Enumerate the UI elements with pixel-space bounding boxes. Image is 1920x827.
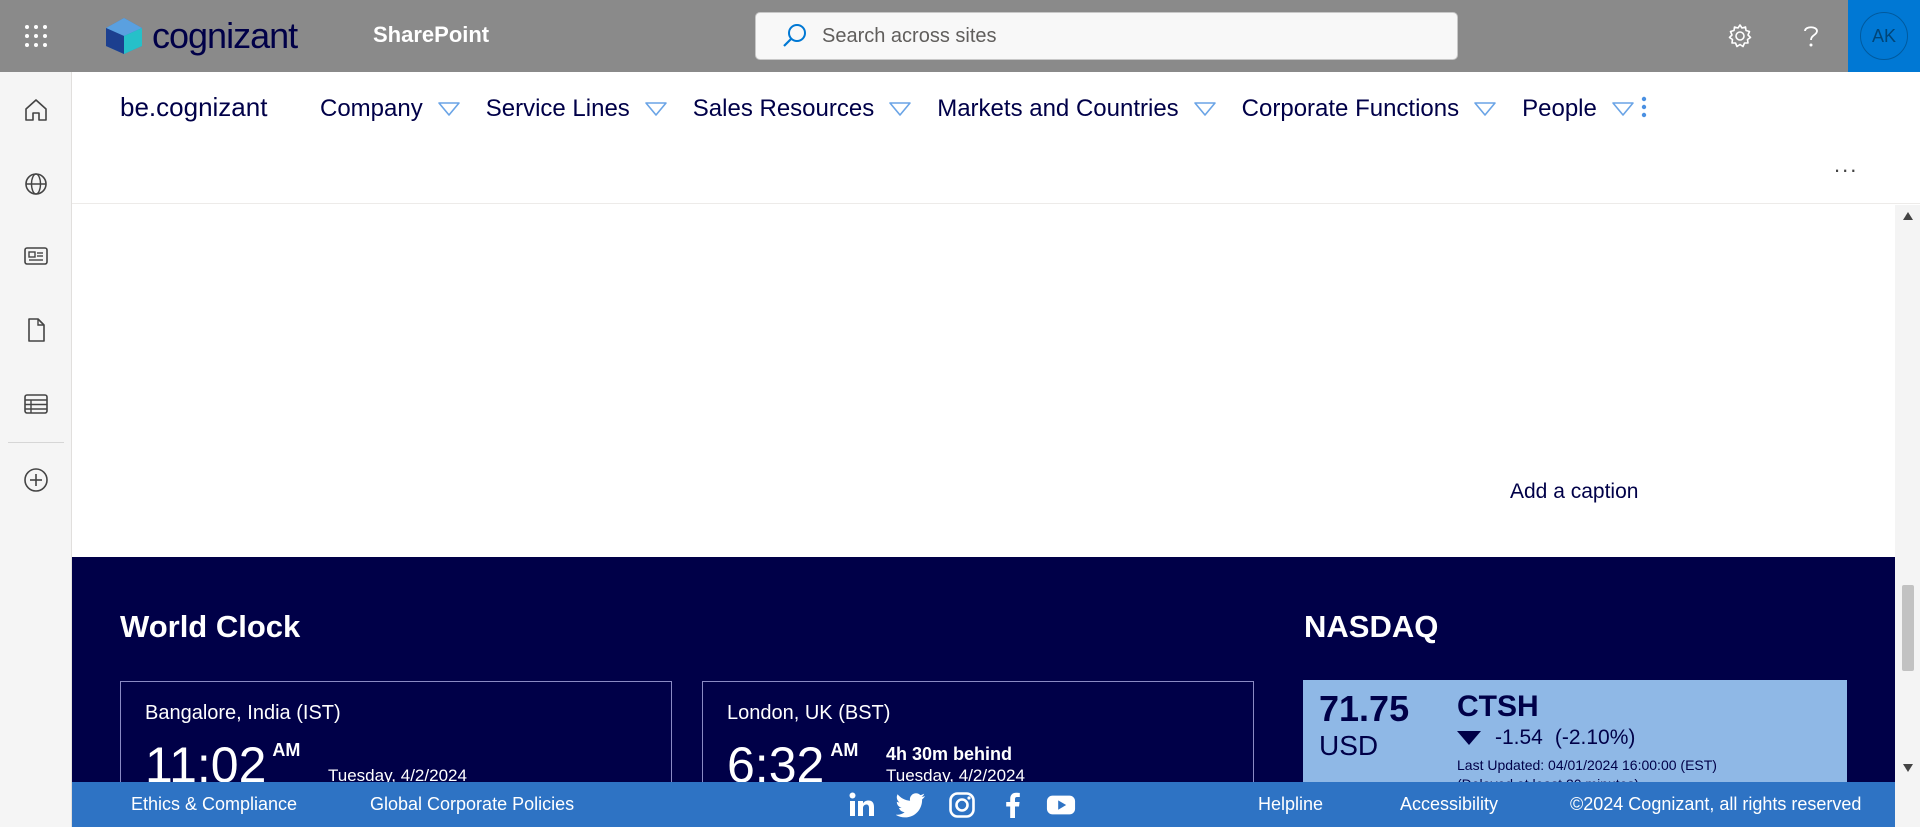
help-button[interactable]	[1793, 18, 1829, 54]
nav-item-label: Sales Resources	[692, 95, 875, 122]
news-icon	[24, 247, 48, 265]
app-name[interactable]: SharePoint	[373, 22, 489, 48]
logo-text: cognizant	[152, 15, 298, 56]
nav-item-service-lines[interactable]: Service Lines	[486, 95, 668, 123]
nav-item-markets-and-countries[interactable]: Markets and Countries	[937, 95, 1216, 123]
twitter-button[interactable]	[896, 790, 926, 820]
footer-copyright: ©2024 Cognizant, all rights reserved	[1570, 794, 1862, 814]
footer-link-accessibility[interactable]: Accessibility	[1400, 794, 1498, 815]
suite-bar: cognizant SharePoint AK	[0, 0, 1920, 72]
search-input[interactable]	[822, 24, 1422, 48]
footer-link-policies[interactable]: Global Corporate Policies	[370, 794, 574, 815]
app-bar-divider	[8, 442, 64, 443]
nav-item-label: Service Lines	[485, 95, 630, 122]
site-header: be.cognizant Company Service Lines Sales…	[72, 72, 1920, 204]
create-button[interactable]	[18, 462, 54, 498]
stock-currency: USD	[1319, 730, 1379, 761]
chevron-down-icon	[1193, 102, 1216, 116]
nav-item-sales-resources[interactable]: Sales Resources	[693, 95, 912, 123]
instagram-icon	[949, 792, 975, 818]
linkedin-icon	[849, 792, 874, 816]
stock-change: -1.54 (-2.10%)	[1457, 726, 1635, 750]
waffle-icon	[25, 25, 47, 47]
news-button[interactable]	[18, 238, 54, 274]
scroll-down-arrow-icon[interactable]	[1902, 763, 1914, 773]
cognizant-logo[interactable]: cognizant	[102, 15, 298, 56]
twitter-icon	[896, 793, 925, 818]
facebook-button[interactable]	[997, 790, 1027, 820]
chevron-down-icon	[1474, 102, 1496, 116]
list-icon	[24, 394, 48, 414]
app-launcher-button[interactable]	[0, 0, 72, 72]
nav-item-label: Markets and Countries	[937, 95, 1179, 122]
account-manager-button[interactable]: AK	[1848, 0, 1920, 72]
youtube-button[interactable]	[1046, 790, 1076, 820]
home-button[interactable]	[18, 92, 54, 128]
stock-ticker: CTSH	[1457, 690, 1539, 723]
global-navigation-button[interactable]	[18, 166, 54, 202]
footer-link-ethics[interactable]: Ethics & Compliance	[131, 794, 297, 815]
page-scrollbar[interactable]	[1895, 205, 1920, 782]
nav-item-corporate-functions[interactable]: Corporate Functions	[1242, 95, 1497, 123]
stock-price: 71.75	[1319, 688, 1410, 729]
nav-item-label: People	[1522, 95, 1597, 122]
search-box[interactable]	[755, 12, 1458, 60]
chevron-down-icon	[437, 102, 460, 116]
chevron-down-icon	[889, 102, 912, 116]
nav-item-company[interactable]: Company	[320, 95, 461, 123]
cognizant-logo-mark-icon	[106, 18, 142, 54]
gear-icon	[1728, 24, 1752, 48]
scrollbar-corner	[1895, 782, 1920, 827]
home-icon	[25, 99, 47, 121]
hub-navigation: Company Service Lines Sales Resources Ma…	[320, 92, 1660, 126]
world-clock-title: World Clock	[120, 609, 301, 644]
more-actions-button[interactable]: ...	[1834, 152, 1858, 178]
nav-item-label: Company	[320, 95, 423, 122]
youtube-icon	[1046, 795, 1076, 815]
scroll-up-arrow-icon[interactable]	[1902, 211, 1914, 221]
scroll-thumb[interactable]	[1902, 585, 1914, 671]
stock-last-updated: Last Updated: 04/01/2024 16:00:00 (EST)	[1457, 757, 1717, 773]
files-button[interactable]	[18, 312, 54, 348]
avatar: AK	[1860, 12, 1908, 60]
settings-button[interactable]	[1722, 18, 1758, 54]
nav-item-people[interactable]: People	[1522, 95, 1635, 123]
nav-item-label: Corporate Functions	[1241, 95, 1460, 122]
clock-city: Bangalore, India (IST)	[145, 702, 341, 724]
stock-change-percent: (-2.10%)	[1554, 726, 1636, 749]
search-icon	[783, 24, 806, 47]
help-icon	[1804, 26, 1818, 47]
image-caption[interactable]: Add a caption	[1510, 480, 1638, 504]
instagram-button[interactable]	[947, 790, 977, 820]
clock-time-difference: 4h 30m behind	[886, 744, 1013, 764]
clock-city: London, UK (BST)	[727, 702, 891, 724]
down-arrow-icon	[1457, 731, 1481, 745]
clock-card-london: London, UK (BST) 6:32 AM 4h 30m behind Tu…	[702, 681, 1254, 793]
clock-ampm: AM	[272, 740, 301, 760]
chevron-down-icon	[644, 102, 667, 116]
world-clock-section: World Clock Bangalore, India (IST) 11:02…	[72, 557, 1895, 793]
facebook-icon	[1006, 792, 1020, 818]
file-icon	[28, 318, 45, 342]
stock-card: 71.75 USD CTSH -1.54 (-2.10%) Last Updat…	[1303, 680, 1847, 792]
image-web-part: Add a caption	[72, 205, 1895, 557]
linkedin-button[interactable]	[847, 790, 877, 820]
nav-more-vertical-icon[interactable]	[1638, 94, 1650, 124]
clock-card-bangalore: Bangalore, India (IST) 11:02 AM Tuesday, …	[120, 681, 672, 793]
chevron-down-icon	[1612, 102, 1634, 116]
footer-link-helpline[interactable]: Helpline	[1258, 794, 1323, 815]
site-title[interactable]: be.cognizant	[120, 92, 267, 123]
nasdaq-title: NASDAQ	[1304, 609, 1439, 644]
globe-icon	[25, 173, 47, 195]
add-circle-icon	[24, 468, 48, 492]
clock-ampm: AM	[830, 740, 859, 760]
lists-button[interactable]	[18, 386, 54, 422]
app-bar	[0, 72, 72, 827]
footer: Ethics & Compliance Global Corporate Pol…	[72, 782, 1895, 827]
stock-change-value: -1.54	[1495, 726, 1543, 749]
